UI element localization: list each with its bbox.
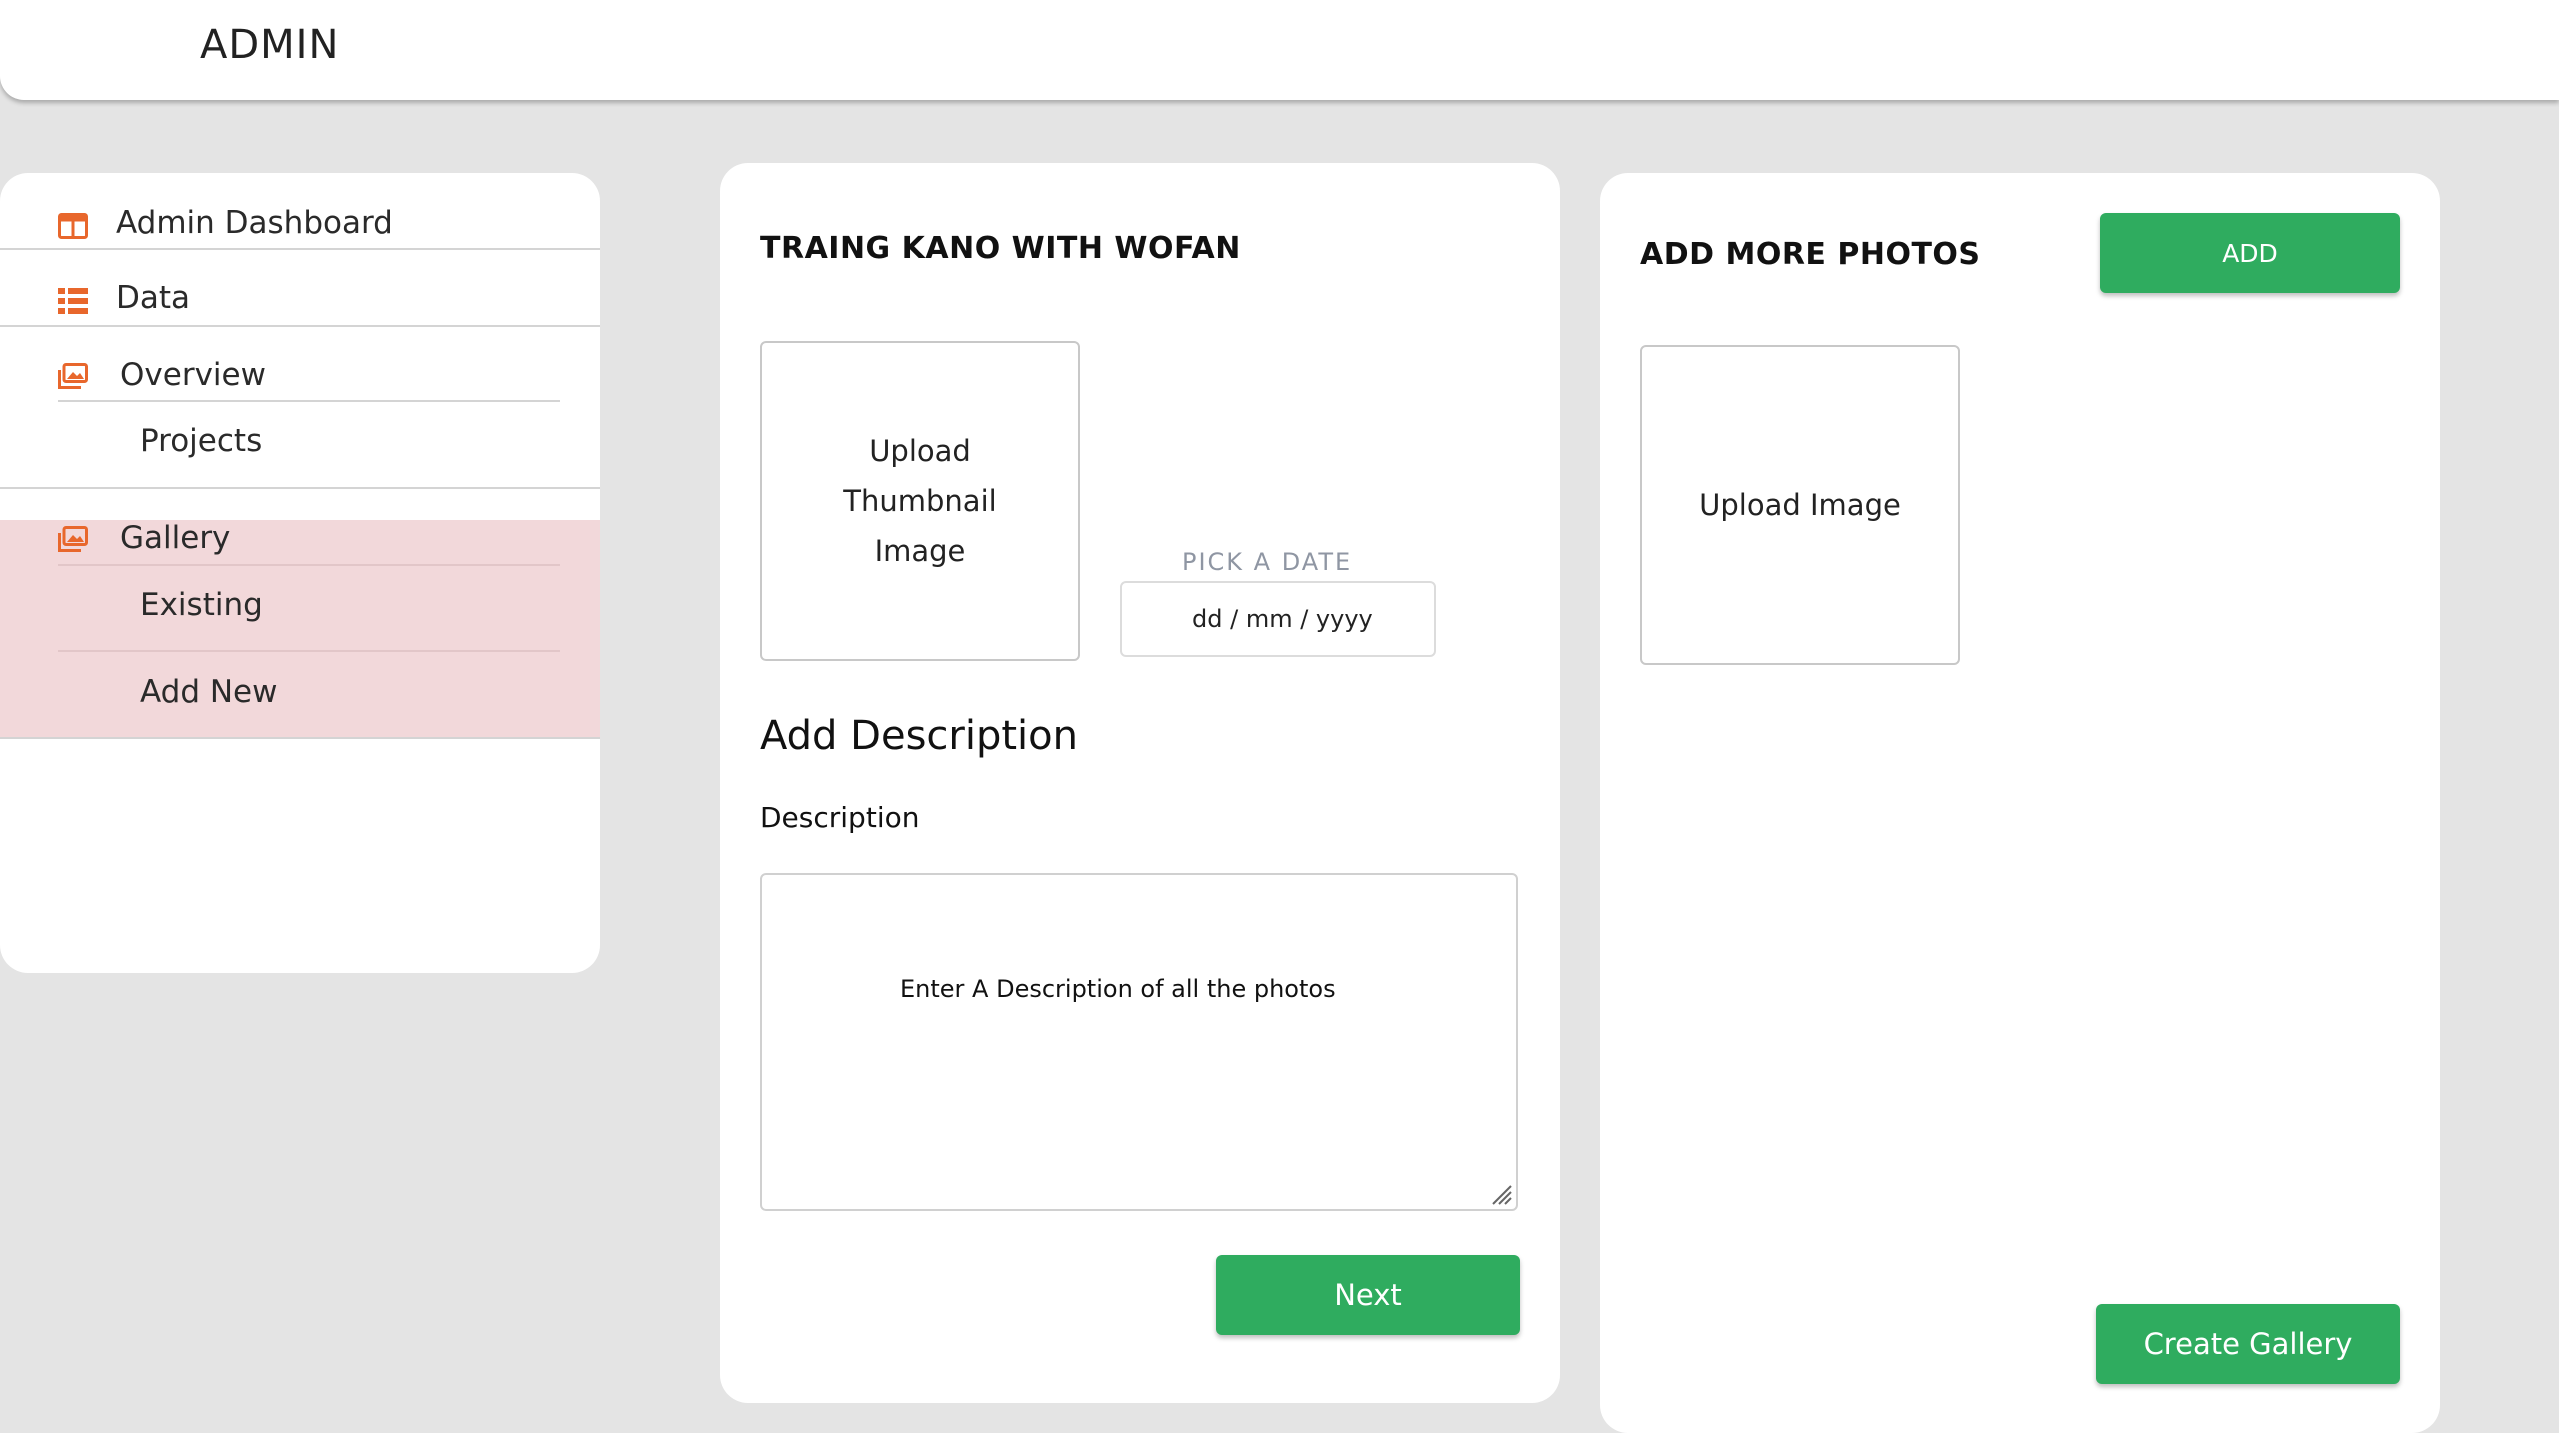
divider <box>0 737 600 739</box>
sidebar-item-overview[interactable]: Overview <box>0 355 600 405</box>
gallery-title: TRAING KANO WITH WOFAN <box>760 231 1241 266</box>
resize-grip-icon[interactable] <box>1490 1183 1512 1205</box>
images-icon <box>58 526 88 552</box>
sidebar-item-data[interactable]: Data <box>0 278 600 328</box>
sidebar-subitem-label: Projects <box>140 423 263 459</box>
description-label: Description <box>760 801 920 834</box>
divider <box>58 650 560 652</box>
divider <box>0 325 600 327</box>
sidebar-item-label: Admin Dashboard <box>116 205 393 241</box>
divider <box>0 248 600 250</box>
image-upload-label: Upload Image <box>1699 488 1901 522</box>
sidebar-item-gallery[interactable]: Gallery <box>0 518 600 568</box>
sidebar-subitem-projects[interactable]: Projects <box>0 423 600 473</box>
gallery-form-card: TRAING KANO WITH WOFAN Upload Thumbnail … <box>720 163 1560 1403</box>
sidebar-item-label: Overview <box>120 357 266 393</box>
create-gallery-button[interactable]: Create Gallery <box>2096 1304 2400 1384</box>
app-title: ADMIN <box>200 22 340 68</box>
sidebar-subitem-label: Add New <box>140 674 278 710</box>
divider <box>58 564 560 566</box>
divider <box>0 487 600 489</box>
date-placeholder: dd / mm / yyyy <box>1192 605 1373 633</box>
sidebar-subitem-label: Existing <box>140 587 263 623</box>
description-placeholder: Enter A Description of all the photos <box>900 975 1336 1003</box>
more-photos-card: ADD MORE PHOTOS ADD Upload Image Create … <box>1600 173 2440 1433</box>
add-button[interactable]: ADD <box>2100 213 2400 293</box>
top-bar: ADMIN <box>0 0 2559 100</box>
images-icon <box>58 363 88 389</box>
description-textarea[interactable]: Enter A Description of all the photos <box>760 873 1518 1211</box>
thumbnail-upload[interactable]: Upload Thumbnail Image <box>760 341 1080 661</box>
sidebar-item-label: Gallery <box>120 520 231 556</box>
sidebar-item-admin-dashboard[interactable]: Admin Dashboard <box>0 203 600 253</box>
list-icon <box>58 288 88 314</box>
next-button[interactable]: Next <box>1216 1255 1520 1335</box>
more-photos-title: ADD MORE PHOTOS <box>1640 237 1981 272</box>
image-upload[interactable]: Upload Image <box>1640 345 1960 665</box>
date-label: PICK A DATE <box>1182 548 1353 576</box>
divider <box>58 400 560 402</box>
sidebar-item-label: Data <box>116 280 191 316</box>
date-input[interactable]: dd / mm / yyyy <box>1120 581 1436 657</box>
sidebar: Admin Dashboard Data Overview Projects G… <box>0 173 600 973</box>
sidebar-subitem-add-new[interactable]: Add New <box>0 674 600 724</box>
thumbnail-upload-label: Upload Thumbnail Image <box>843 434 997 568</box>
dashboard-icon <box>58 213 88 239</box>
sidebar-subitem-existing[interactable]: Existing <box>0 587 600 637</box>
add-description-heading: Add Description <box>760 713 1078 759</box>
